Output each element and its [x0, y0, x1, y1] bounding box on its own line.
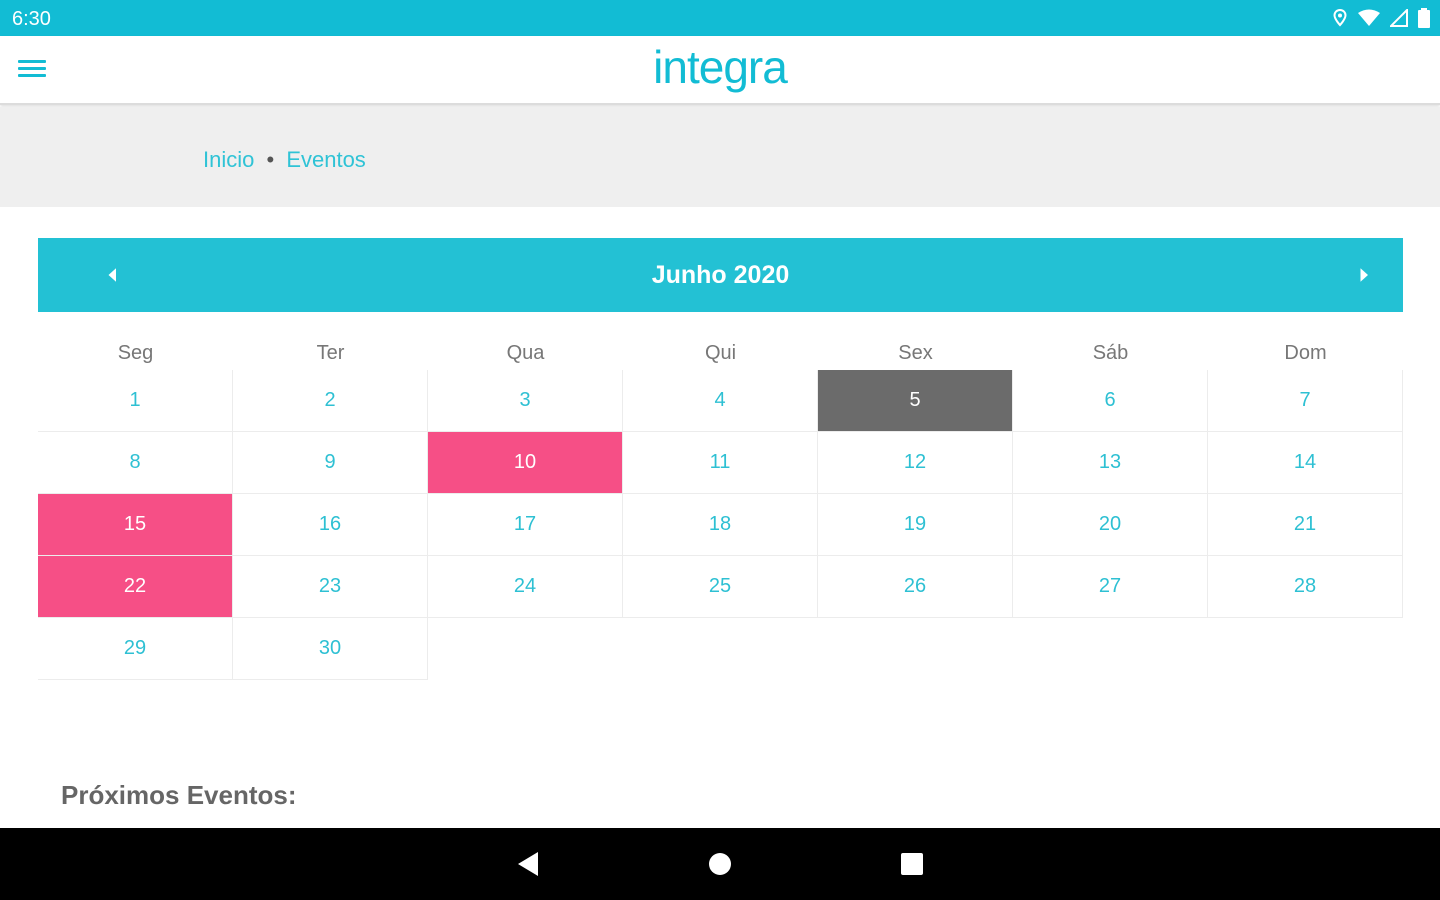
calendar-day[interactable]: 6	[1013, 370, 1208, 432]
calendar-day[interactable]: 21	[1208, 494, 1403, 556]
weekday-label: Sex	[898, 342, 933, 364]
weekday-label: Qui	[704, 342, 737, 364]
calendar-day[interactable]: 29	[38, 618, 233, 680]
breadcrumb-band: Inicio • Eventos	[0, 107, 1440, 207]
breadcrumb-home-link[interactable]: Inicio	[203, 147, 254, 172]
calendar-day[interactable]: 23	[233, 556, 428, 618]
calendar-day[interactable]: 27	[1013, 556, 1208, 618]
location-icon	[1333, 9, 1347, 27]
month-title: Junho 2020	[651, 261, 790, 289]
app-bar: integra	[0, 36, 1440, 105]
recents-icon[interactable]	[896, 848, 928, 880]
calendar-day[interactable]: 18	[623, 494, 818, 556]
status-bar: 6:30	[0, 0, 1440, 36]
calendar-day[interactable]: 5	[818, 370, 1013, 432]
weekday-label: Qua	[506, 342, 545, 364]
weekday-header: Seg Ter Qua Qui Sex Sáb Dom	[38, 336, 1403, 370]
upcoming-events-title: Próximos Eventos:	[61, 780, 297, 810]
calendar-day[interactable]: 22	[38, 556, 233, 618]
calendar-day[interactable]: 11	[623, 432, 818, 494]
calendar-day[interactable]: 4	[623, 370, 818, 432]
calendar-day[interactable]: 2	[233, 370, 428, 432]
breadcrumb-separator: •	[266, 147, 275, 172]
calendar-day[interactable]: 25	[623, 556, 818, 618]
calendar-header: Junho 2020	[38, 238, 1403, 312]
back-icon[interactable]	[512, 848, 544, 880]
calendar-grid: 1 2 3 4 5 6 7 8 9 10 11 12 13 14 15 16 17 18 19 20 21 22 23 24 2…	[38, 370, 1403, 680]
weekday-label: Seg	[117, 342, 154, 364]
calendar-day[interactable]: 15	[38, 494, 233, 556]
weekday-label: Sáb	[1092, 342, 1129, 364]
calendar-day[interactable]: 1	[38, 370, 233, 432]
battery-icon	[1418, 8, 1430, 28]
calendar-day[interactable]: 12	[818, 432, 1013, 494]
calendar-day[interactable]: 13	[1013, 432, 1208, 494]
calendar-day[interactable]: 7	[1208, 370, 1403, 432]
svg-text:integra: integra	[653, 41, 788, 93]
breadcrumb: Inicio • Eventos	[203, 147, 366, 173]
home-icon[interactable]	[704, 848, 736, 880]
calendar-day[interactable]: 26	[818, 556, 1013, 618]
calendar-day[interactable]: 14	[1208, 432, 1403, 494]
signal-icon	[1390, 9, 1408, 27]
calendar-day[interactable]: 30	[233, 618, 428, 680]
calendar-day[interactable]: 20	[1013, 494, 1208, 556]
calendar-day[interactable]: 9	[233, 432, 428, 494]
weekday-label: Dom	[1284, 342, 1327, 364]
calendar-day[interactable]: 10	[428, 432, 623, 494]
calendar-day[interactable]: 8	[38, 432, 233, 494]
status-icons	[1332, 8, 1430, 28]
calendar-day[interactable]: 16	[233, 494, 428, 556]
status-time: 6:30	[12, 8, 51, 30]
calendar-day[interactable]: 17	[428, 494, 623, 556]
system-nav-bar	[0, 828, 1440, 900]
calendar-day[interactable]: 24	[428, 556, 623, 618]
weekday-label: Ter	[316, 342, 345, 364]
calendar-day[interactable]: 28	[1208, 556, 1403, 618]
breadcrumb-current-link[interactable]: Eventos	[286, 147, 366, 172]
hamburger-menu-icon[interactable]	[18, 56, 50, 84]
calendar-day[interactable]: 19	[818, 494, 1013, 556]
integra-logo: integra	[653, 41, 789, 93]
wifi-icon	[1358, 9, 1380, 26]
calendar-day[interactable]: 3	[428, 370, 623, 432]
chevron-right-icon[interactable]	[1347, 260, 1377, 290]
